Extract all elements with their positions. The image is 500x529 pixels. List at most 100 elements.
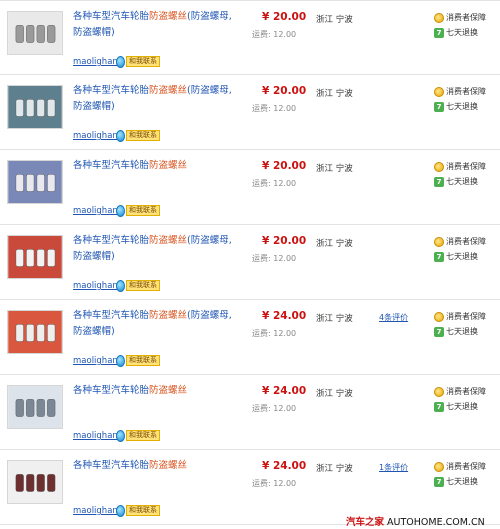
product-photo bbox=[8, 12, 62, 54]
site-watermark: 汽车之家 AUTOHOME.COM.CN bbox=[346, 514, 485, 528]
lug-nut-icon bbox=[47, 324, 56, 342]
lug-nut-icon bbox=[47, 474, 56, 492]
price: ¥ 20.00 bbox=[262, 11, 307, 23]
returns-badge[interactable]: 7 七天退换 bbox=[434, 476, 478, 487]
returns-badge[interactable]: 7 七天退换 bbox=[434, 251, 478, 262]
product-title-link[interactable]: 各种车型汽车轮胎防盗螺丝 bbox=[73, 158, 243, 174]
guarantee-icon bbox=[434, 386, 444, 397]
seller-location: 浙江 宁波 bbox=[316, 239, 353, 249]
product-title-link[interactable]: 各种车型汽车轮胎防盗螺丝(防盗螺母, 防盗螺帽) bbox=[73, 83, 243, 115]
lug-nut-icon bbox=[47, 25, 56, 43]
product-thumbnail[interactable] bbox=[7, 310, 63, 354]
product-photo bbox=[8, 236, 62, 278]
product-photo bbox=[8, 461, 62, 503]
watermark-brand: 汽车之家 bbox=[346, 517, 385, 528]
returns-badge[interactable]: 7 七天退换 bbox=[434, 401, 478, 412]
lug-nut-icon bbox=[26, 25, 35, 43]
lug-nut-icon bbox=[26, 99, 35, 117]
reviews-link[interactable]: 4条评价 bbox=[379, 312, 408, 323]
guarantee-icon bbox=[434, 461, 444, 472]
seller-location: 浙江 宁波 bbox=[316, 15, 353, 25]
guarantee-badge[interactable]: 消费者保障 bbox=[434, 12, 486, 23]
chat-icon bbox=[116, 504, 125, 517]
seller-location: 浙江 宁波 bbox=[316, 314, 353, 324]
lug-nut-icon bbox=[15, 174, 24, 192]
product-thumbnail[interactable] bbox=[7, 460, 63, 504]
lug-nut-icon bbox=[26, 399, 35, 417]
product-thumbnail[interactable] bbox=[7, 235, 63, 279]
lug-nut-icon bbox=[15, 474, 24, 492]
product-title-link[interactable]: 各种车型汽车轮胎防盗螺丝(防盗螺母, 防盗螺帽) bbox=[73, 233, 243, 265]
product-photo bbox=[8, 86, 62, 128]
chat-icon bbox=[116, 354, 125, 367]
returns-icon: 7 bbox=[434, 326, 444, 337]
product-title-link[interactable]: 各种车型汽车轮胎防盗螺丝 bbox=[73, 458, 243, 474]
contact-seller-button[interactable]: 和我联系 bbox=[116, 129, 160, 142]
lug-nut-icon bbox=[15, 399, 24, 417]
price: ¥ 20.00 bbox=[262, 235, 307, 247]
watermark-domain: AUTOHOME.COM.CN bbox=[387, 517, 485, 528]
contact-seller-button[interactable]: 和我联系 bbox=[116, 429, 160, 442]
guarantee-badge[interactable]: 消费者保障 bbox=[434, 386, 486, 397]
product-thumbnail[interactable] bbox=[7, 160, 63, 204]
product-title-link[interactable]: 各种车型汽车轮胎防盗螺丝(防盗螺母, 防盗螺帽) bbox=[73, 308, 243, 340]
lug-nut-icon bbox=[15, 249, 24, 267]
price: ¥ 20.00 bbox=[262, 160, 307, 172]
lug-nut-icon bbox=[15, 25, 24, 43]
listing-row: 各种车型汽车轮胎防盗螺丝(防盗螺母, 防盗螺帽) maolighang 和我联系 … bbox=[0, 225, 500, 300]
product-title-link[interactable]: 各种车型汽车轮胎防盗螺丝(防盗螺母, 防盗螺帽) bbox=[73, 9, 243, 41]
lug-nut-icon bbox=[26, 474, 35, 492]
contact-seller-button[interactable]: 和我联系 bbox=[116, 204, 160, 217]
chat-icon bbox=[116, 129, 125, 142]
listing-row: 各种车型汽车轮胎防盗螺丝 maolighang 和我联系 ¥ 20.00 运费:… bbox=[0, 150, 500, 225]
shipping-fee: 运费: 12.00 bbox=[252, 104, 297, 113]
lug-nut-icon bbox=[36, 399, 45, 417]
guarantee-badge[interactable]: 消费者保障 bbox=[434, 461, 486, 472]
returns-icon: 7 bbox=[434, 251, 444, 262]
guarantee-badge[interactable]: 消费者保障 bbox=[434, 86, 486, 97]
guarantee-badge[interactable]: 消费者保障 bbox=[434, 161, 486, 172]
listing-row: 各种车型汽车轮胎防盗螺丝(防盗螺母, 防盗螺帽) maolighang 和我联系 … bbox=[0, 0, 500, 75]
guarantee-badge[interactable]: 消费者保障 bbox=[434, 311, 486, 322]
seller-location: 浙江 宁波 bbox=[316, 464, 353, 474]
price: ¥ 24.00 bbox=[262, 460, 307, 472]
returns-icon: 7 bbox=[434, 476, 444, 487]
product-photo bbox=[8, 161, 62, 203]
lug-nut-icon bbox=[47, 249, 56, 267]
product-thumbnail[interactable] bbox=[7, 385, 63, 429]
returns-badge[interactable]: 7 七天退换 bbox=[434, 27, 478, 38]
seller-location: 浙江 宁波 bbox=[316, 164, 353, 174]
guarantee-icon bbox=[434, 86, 444, 97]
lug-nut-icon bbox=[26, 174, 35, 192]
shipping-fee: 运费: 12.00 bbox=[252, 404, 297, 413]
returns-badge[interactable]: 7 七天退换 bbox=[434, 101, 478, 112]
returns-icon: 7 bbox=[434, 101, 444, 112]
price: ¥ 24.00 bbox=[262, 385, 307, 397]
lug-nut-icon bbox=[26, 249, 35, 267]
contact-seller-button[interactable]: 和我联系 bbox=[116, 354, 160, 367]
lug-nut-icon bbox=[36, 474, 45, 492]
guarantee-icon bbox=[434, 236, 444, 247]
lug-nut-icon bbox=[15, 99, 24, 117]
lug-nut-icon bbox=[36, 25, 45, 43]
contact-seller-button[interactable]: 和我联系 bbox=[116, 55, 160, 68]
contact-seller-button[interactable]: 和我联系 bbox=[116, 504, 160, 517]
product-thumbnail[interactable] bbox=[7, 85, 63, 129]
returns-icon: 7 bbox=[434, 27, 444, 38]
guarantee-icon bbox=[434, 311, 444, 322]
guarantee-badge[interactable]: 消费者保障 bbox=[434, 236, 486, 247]
lug-nut-icon bbox=[15, 324, 24, 342]
contact-seller-button[interactable]: 和我联系 bbox=[116, 279, 160, 292]
chat-icon bbox=[116, 55, 125, 68]
lug-nut-icon bbox=[36, 249, 45, 267]
product-title-link[interactable]: 各种车型汽车轮胎防盗螺丝 bbox=[73, 383, 243, 399]
returns-badge[interactable]: 7 七天退换 bbox=[434, 326, 478, 337]
returns-icon: 7 bbox=[434, 401, 444, 412]
lug-nut-icon bbox=[47, 99, 56, 117]
guarantee-icon bbox=[434, 12, 444, 23]
reviews-link[interactable]: 1条评价 bbox=[379, 462, 408, 473]
product-thumbnail[interactable] bbox=[7, 11, 63, 55]
returns-badge[interactable]: 7 七天退换 bbox=[434, 176, 478, 187]
chat-icon bbox=[116, 429, 125, 442]
shipping-fee: 运费: 12.00 bbox=[252, 479, 297, 488]
